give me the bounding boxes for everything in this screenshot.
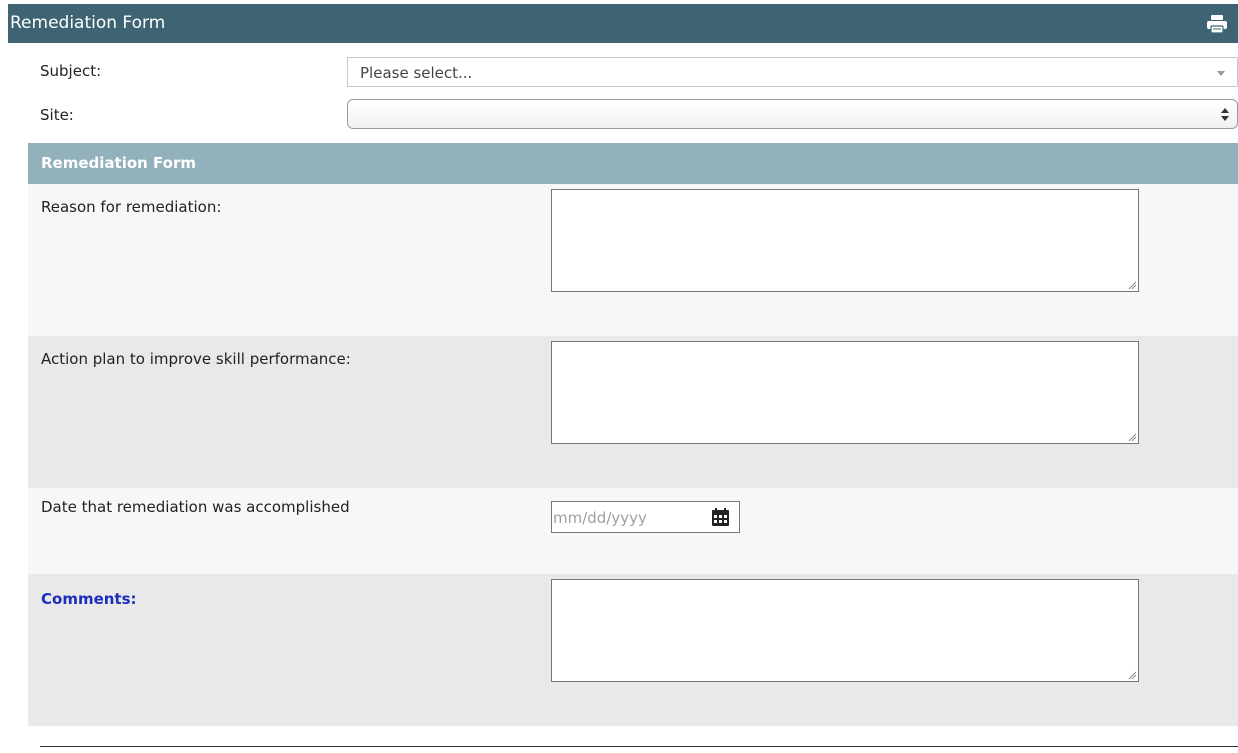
site-label: Site:	[40, 106, 74, 124]
resize-grip-icon[interactable]	[1128, 433, 1136, 441]
action-plan-textarea[interactable]	[551, 341, 1139, 444]
printer-icon[interactable]	[1206, 14, 1228, 34]
resize-grip-icon[interactable]	[1128, 281, 1136, 289]
section-title: Remediation Form	[41, 154, 197, 172]
site-select[interactable]	[347, 99, 1238, 129]
comments-textarea[interactable]	[551, 579, 1139, 682]
section-header: Remediation Form	[28, 143, 1238, 184]
reason-label: Reason for remediation:	[41, 198, 222, 216]
date-input[interactable]: mm/dd/yyyy	[551, 501, 740, 533]
form-title-bar: Remediation Form	[8, 4, 1238, 43]
chevron-down-icon	[1217, 71, 1225, 76]
comments-label: Comments:	[41, 590, 137, 608]
action-plan-label: Action plan to improve skill performance…	[41, 350, 351, 368]
reason-textarea[interactable]	[551, 189, 1139, 292]
date-placeholder: mm/dd/yyyy	[553, 509, 647, 527]
form-title: Remediation Form	[10, 13, 166, 33]
subject-select-value: Please select...	[360, 64, 473, 82]
resize-grip-icon[interactable]	[1128, 671, 1136, 679]
divider	[40, 746, 1238, 747]
calendar-icon[interactable]	[711, 508, 730, 527]
subject-label: Subject:	[40, 62, 102, 80]
select-arrows-icon	[1221, 108, 1229, 121]
date-label: Date that remediation was accomplished	[41, 498, 350, 516]
subject-select[interactable]: Please select...	[347, 57, 1238, 87]
